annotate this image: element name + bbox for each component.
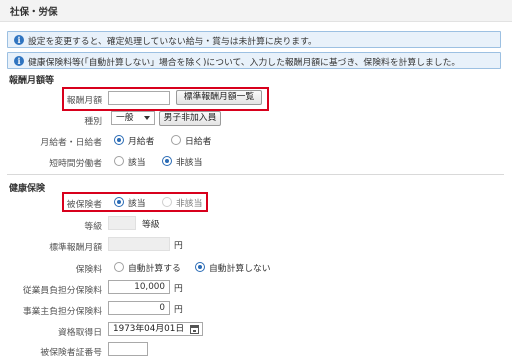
premium-auto-label: 自動計算する xyxy=(128,264,181,274)
pay-type-monthly-radio[interactable] xyxy=(114,135,124,145)
employer-premium-input[interactable]: 0 xyxy=(108,301,170,315)
acquired-date-value: 1973年04月01日 xyxy=(113,324,185,334)
remuneration-label: 報酬月額 xyxy=(66,96,102,106)
notice-banner-1: i 設定を変更すると、確定処理していない給与・賞与は未計算に戻ります。 xyxy=(7,31,501,48)
group-title-health-insurance: 健康保険 xyxy=(9,184,46,194)
remuneration-input[interactable] xyxy=(108,91,170,105)
acquired-date-label: 資格取得日 xyxy=(58,328,102,338)
grade-suffix: 等級 xyxy=(142,220,160,230)
section-title: 社保・労保 xyxy=(10,7,58,18)
calendar-icon[interactable] xyxy=(190,325,199,334)
male-non-member-button[interactable]: 男子非加入員 xyxy=(159,111,221,126)
group-title-remuneration: 報酬月額等 xyxy=(9,76,55,86)
section-header xyxy=(0,0,512,22)
employee-premium-label: 従業員負担分保険料 xyxy=(22,286,102,296)
notice-text-1: 設定を変更すると、確定処理していない給与・賞与は未計算に戻ります。 xyxy=(28,37,317,47)
short-time-label: 短時間労働者 xyxy=(49,159,102,169)
insured-not-applicable-label: 非該当 xyxy=(176,199,203,209)
insured-applicable-label: 該当 xyxy=(128,199,146,209)
notice-banner-2: i 健康保険料等(「自動計算しない」場合を除く)について、入力した報酬月額に基づ… xyxy=(7,52,501,69)
standard-remuneration-label: 標準報酬月額 xyxy=(49,243,102,253)
info-icon: i xyxy=(14,35,24,45)
insured-label: 被保険者 xyxy=(66,200,102,210)
employer-premium-unit: 円 xyxy=(174,305,183,315)
premium-manual-radio[interactable] xyxy=(195,262,205,272)
notice-text-2: 健康保険料等(「自動計算しない」場合を除く)について、入力した報酬月額に基づき、… xyxy=(28,58,461,68)
chevron-down-icon xyxy=(144,116,150,120)
pay-type-daily-label: 日給者 xyxy=(185,137,212,147)
employee-premium-unit: 円 xyxy=(174,284,183,294)
premium-auto-radio[interactable] xyxy=(114,262,124,272)
short-time-not-applicable-label: 非該当 xyxy=(176,158,203,168)
insured-applicable-radio[interactable] xyxy=(114,197,124,207)
short-time-applicable-radio[interactable] xyxy=(114,156,124,166)
short-time-not-applicable-radio[interactable] xyxy=(162,156,172,166)
info-icon: i xyxy=(14,56,24,66)
type-select[interactable]: 一般 xyxy=(111,111,155,125)
acquired-date-input[interactable]: 1973年04月01日 xyxy=(108,322,203,336)
type-label: 種別 xyxy=(84,117,102,127)
employee-premium-input[interactable]: 10,000 xyxy=(108,280,170,294)
type-select-value: 一般 xyxy=(116,113,134,123)
standard-remuneration-input xyxy=(108,237,170,251)
premium-label: 保険料 xyxy=(75,265,102,275)
standard-remuneration-list-button[interactable]: 標準報酬月額一覧 xyxy=(176,90,262,105)
employer-premium-label: 事業主負担分保険料 xyxy=(22,307,102,317)
grade-input xyxy=(108,216,136,230)
grade-label: 等級 xyxy=(84,222,102,232)
insured-not-applicable-radio[interactable] xyxy=(162,197,172,207)
divider xyxy=(7,174,504,175)
standard-remuneration-unit: 円 xyxy=(174,241,183,251)
short-time-applicable-label: 該当 xyxy=(128,158,146,168)
insurance-card-number-input[interactable] xyxy=(108,342,148,356)
pay-type-label: 月給者・日給者 xyxy=(40,138,102,148)
pay-type-monthly-label: 月給者 xyxy=(128,137,155,147)
premium-manual-label: 自動計算しない xyxy=(209,264,271,274)
insurance-card-number-label: 被保険者証番号 xyxy=(40,348,102,358)
pay-type-daily-radio[interactable] xyxy=(171,135,181,145)
